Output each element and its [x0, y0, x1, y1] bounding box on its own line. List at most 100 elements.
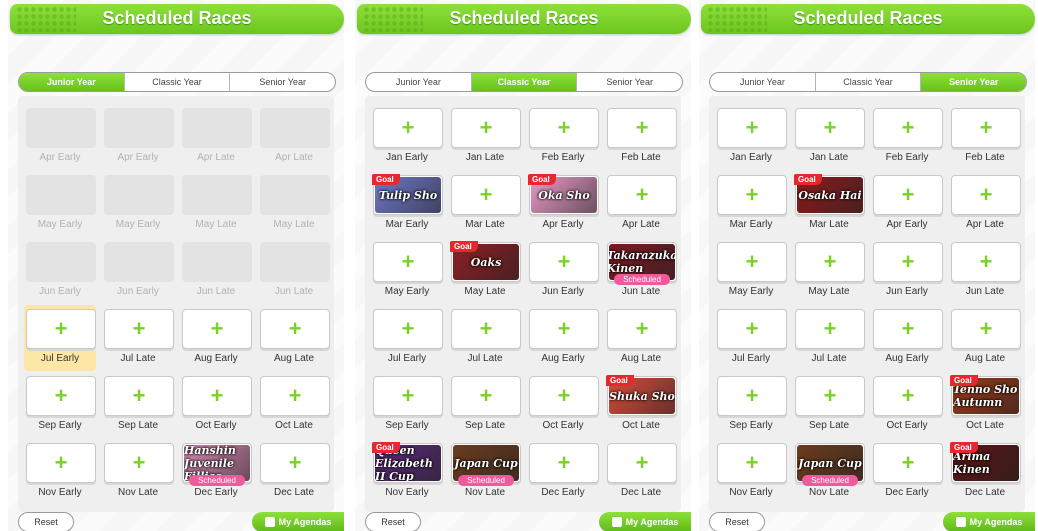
race-slot[interactable]: Queen Elizabeth II CupGoal — [372, 442, 443, 483]
year-tabs: Junior Year Classic Year Senior Year — [709, 72, 1027, 92]
race-slot[interactable]: Tulip Sho Goal — [372, 174, 443, 215]
add-race-button[interactable]: + — [26, 376, 96, 416]
slot-label: May Late — [195, 219, 237, 230]
add-race-button[interactable]: + — [104, 309, 174, 349]
add-race-button[interactable]: + — [451, 376, 521, 416]
race-slot[interactable]: Oaks Goal — [450, 241, 521, 282]
slot-label: Nov Late — [808, 487, 850, 498]
tab-year[interactable]: Classic Year — [471, 73, 578, 91]
slot-label: Dec Late — [620, 487, 662, 498]
add-race-button[interactable]: + — [182, 309, 252, 349]
add-race-button[interactable]: + — [795, 242, 865, 282]
add-race-button[interactable]: + — [529, 443, 599, 483]
add-race-button[interactable]: + — [951, 108, 1021, 148]
add-race-button[interactable]: + — [607, 309, 677, 349]
tab-year[interactable]: Classic Year — [125, 73, 231, 91]
reset-button[interactable]: Reset — [709, 512, 765, 531]
add-race-button[interactable]: + — [717, 376, 787, 416]
add-race-button[interactable]: + — [26, 443, 96, 483]
slot-disabled — [104, 175, 174, 215]
add-race-button[interactable]: + — [717, 242, 787, 282]
add-race-button[interactable]: + — [873, 443, 943, 483]
add-race-button[interactable]: + — [529, 376, 599, 416]
add-race-button[interactable]: + — [373, 309, 443, 349]
add-race-button[interactable]: + — [951, 309, 1021, 349]
reset-button[interactable]: Reset — [365, 512, 421, 531]
race-name: Tulip Sho — [378, 188, 438, 202]
race-name: Arima Kinen — [953, 450, 991, 476]
add-race-button[interactable]: + — [717, 175, 787, 215]
add-race-button[interactable]: + — [260, 309, 330, 349]
tab-year[interactable]: Junior Year — [710, 73, 816, 91]
add-race-button[interactable]: + — [373, 376, 443, 416]
add-race-button[interactable]: + — [873, 242, 943, 282]
slot-label: Jul Early — [731, 353, 771, 364]
grid-slot: + May Early — [715, 238, 787, 304]
plus-icon: + — [557, 450, 571, 475]
add-race-button[interactable]: + — [717, 443, 787, 483]
my-agendas-button[interactable]: My Agendas — [599, 512, 691, 531]
add-race-button[interactable]: + — [795, 108, 865, 148]
slot-label: Sep Late — [464, 420, 506, 431]
tab-year[interactable]: Junior Year — [366, 73, 472, 91]
race-slot[interactable]: Japan Cup Scheduled — [451, 443, 521, 486]
add-race-button[interactable]: + — [717, 309, 787, 349]
slot-label: Mar Late — [465, 219, 505, 230]
add-race-button[interactable]: + — [607, 175, 677, 215]
add-race-button[interactable]: + — [26, 309, 96, 349]
race-slot[interactable]: Shuka Sho Goal — [606, 375, 677, 416]
tab-year[interactable]: Senior Year — [921, 73, 1026, 91]
race-slot[interactable]: Hanshin Juvenile FilliesScheduled — [182, 443, 252, 486]
reset-button[interactable]: Reset — [18, 512, 74, 531]
add-race-button[interactable]: + — [451, 309, 521, 349]
add-race-button[interactable]: + — [182, 376, 252, 416]
add-race-button[interactable]: + — [607, 108, 677, 148]
race-slot[interactable]: Osaka Hai Goal — [794, 174, 865, 215]
add-race-button[interactable]: + — [873, 108, 943, 148]
grid-slot: + Jul Late — [102, 305, 174, 371]
plus-icon: + — [288, 450, 302, 475]
race-slot[interactable]: Takarazuka Kinen Scheduled — [607, 242, 677, 285]
slot-label: Mar Early — [385, 219, 429, 230]
add-race-button[interactable]: + — [717, 108, 787, 148]
race-slot[interactable]: Arima Kinen Goal — [950, 442, 1021, 483]
my-agendas-button[interactable]: My Agendas — [252, 512, 344, 531]
add-race-button[interactable]: + — [529, 309, 599, 349]
add-race-button[interactable]: + — [873, 175, 943, 215]
grid-slot: + Aug Late — [258, 305, 330, 371]
slot-label: May Early — [37, 219, 83, 230]
add-race-button[interactable]: + — [795, 309, 865, 349]
slot-disabled — [260, 175, 330, 215]
race-slot[interactable]: Oka Sho Goal — [528, 174, 599, 215]
add-race-button[interactable]: + — [260, 443, 330, 483]
plus-icon: + — [901, 182, 915, 207]
add-race-button[interactable]: + — [951, 175, 1021, 215]
add-race-button[interactable]: + — [529, 242, 599, 282]
add-race-button[interactable]: + — [951, 242, 1021, 282]
tab-year[interactable]: Junior Year — [19, 73, 125, 91]
tab-year[interactable]: Senior Year — [230, 73, 335, 91]
grid-slot: Shuka Sho Goal Oct Late — [605, 372, 677, 438]
add-race-button[interactable]: + — [373, 242, 443, 282]
my-agendas-button[interactable]: My Agendas — [943, 512, 1035, 531]
add-race-button[interactable]: + — [529, 108, 599, 148]
add-race-button[interactable]: + — [795, 376, 865, 416]
add-race-button[interactable]: + — [873, 309, 943, 349]
grid-slot: + May Early — [371, 238, 443, 304]
add-race-button[interactable]: + — [873, 376, 943, 416]
tab-year[interactable]: Senior Year — [577, 73, 682, 91]
tab-year[interactable]: Classic Year — [816, 73, 922, 91]
add-race-button[interactable]: + — [104, 376, 174, 416]
add-race-button[interactable]: + — [451, 175, 521, 215]
plus-icon: + — [823, 316, 837, 341]
race-slot[interactable]: Japan Cup Scheduled — [795, 443, 865, 486]
add-race-button[interactable]: + — [607, 443, 677, 483]
race-slot[interactable]: Tenno Sho Autumn Goal — [950, 375, 1021, 416]
add-race-button[interactable]: + — [373, 108, 443, 148]
grid-slot: + Apr Late — [605, 171, 677, 237]
slot-label: Apr Late — [966, 219, 1004, 230]
add-race-button[interactable]: + — [451, 108, 521, 148]
add-race-button[interactable]: + — [260, 376, 330, 416]
add-race-button[interactable]: + — [104, 443, 174, 483]
grid-slot: + Dec Early — [527, 439, 599, 505]
